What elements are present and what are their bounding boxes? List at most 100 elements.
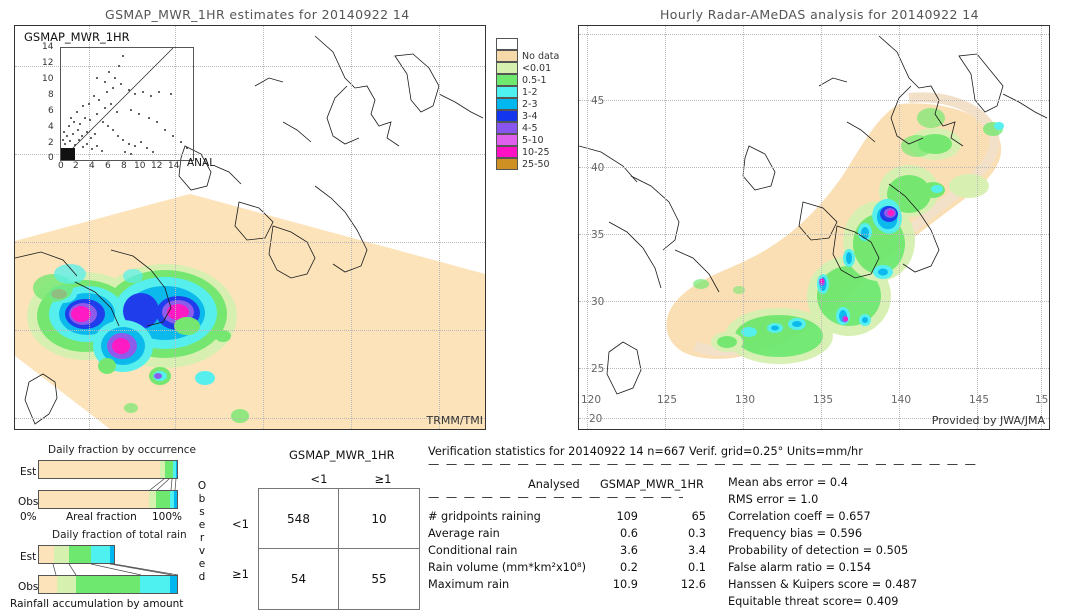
radar-amedas-map[interactable]: 45 40 35 30 25 20 120 125 130 135 140 14… [578, 25, 1050, 430]
stats-row-analysed-0: 109 [616, 510, 638, 523]
stats-row-label-4: Maximum rain [428, 578, 510, 591]
bar-occurrence-est[interactable] [38, 460, 178, 479]
contingency-row-header-ge1: ≥1 [232, 567, 249, 581]
contingency-cell-hit-none[interactable]: 548 [259, 489, 339, 549]
lon-tick-120: 120 [581, 394, 602, 406]
stats-row-label-0: # gridpoints raining [428, 510, 541, 523]
grid-h-3 [15, 242, 485, 243]
scatter-xtick-2: 2 [73, 161, 79, 171]
grid-v-4 [351, 26, 352, 429]
colorbar-swatch-2 [496, 62, 518, 74]
scatter-xtick-6: 6 [105, 161, 111, 171]
scatter-ytick-0: 0 [48, 153, 54, 163]
scatter-ytick-6: 6 [48, 106, 54, 116]
scatter-plot-box [60, 47, 194, 161]
stats-header: Verification statistics for 20140922 14 … [428, 445, 863, 458]
lat-tick-35: 35 [591, 229, 605, 241]
stats-divider-top: — — — — — — — — — — — — — — — — — — — — … [428, 458, 978, 471]
contingency-cell-false-alarm[interactable]: 10 [339, 489, 419, 549]
bar-totalrain-obs[interactable] [38, 575, 178, 594]
scatter-ytick-8: 8 [48, 90, 54, 100]
colorbar-label-3-4: 3-4 [522, 111, 538, 122]
grid-h-4 [15, 330, 485, 331]
scatter-ytick-14: 14 [42, 42, 54, 52]
precipitation-colorbar: No data <0.01 0.5-1 1-2 2-3 3-4 4-5 5-10… [496, 38, 566, 178]
colorbar-label-25-50: 25-50 [522, 159, 550, 170]
scatter-xtick-8: 8 [121, 161, 127, 171]
stats-row-model-4: 12.6 [680, 578, 706, 591]
grid-h-40 [579, 167, 1049, 168]
bar-chart-totalrain-title: Daily fraction of total rain [52, 529, 187, 541]
stats-score-0: Mean abs error = 0.4 [728, 476, 848, 489]
observed-axis-label: Observed [197, 480, 207, 583]
colorbar-swatch-4 [496, 86, 518, 98]
stats-score-1: RMS error = 1.0 [728, 493, 819, 506]
contingency-cell-miss[interactable]: 54 [259, 549, 339, 609]
scatter-xtick-0: 0 [58, 161, 64, 171]
stats-row-analysed-3: 0.2 [620, 561, 638, 574]
bar-occurrence-axis-left: 0% [20, 511, 37, 523]
bar-occurrence-axis-right: 100% [152, 511, 183, 523]
bar-totalrain-connectors [52, 564, 179, 575]
bar-totalrain-obs-label: Obs [18, 581, 39, 593]
bar-occurrence-obs[interactable] [38, 490, 178, 509]
bar-totalrain-est[interactable] [38, 545, 115, 564]
grid-h-5 [15, 418, 485, 419]
lon-tick-140: 140 [891, 394, 912, 406]
colorbar-label-4-5: 4-5 [522, 123, 538, 134]
colorbar-swatch-0 [496, 38, 518, 50]
lon-tick-135: 135 [813, 394, 834, 406]
stats-col-header-analysed: Analysed [528, 478, 580, 491]
gsmap-estimate-map[interactable]: GSMAP_MWR_1HR 14 12 10 8 6 4 2 0 0 2 4 6… [14, 25, 486, 430]
stats-row-label-1: Average rain [428, 527, 500, 540]
scatter-inset-title: GSMAP_MWR_1HR [24, 30, 130, 44]
lat-tick-20: 20 [589, 413, 603, 425]
scatter-xaxis-label: ANAL [187, 157, 216, 169]
grid-h-30 [579, 301, 1049, 302]
scatter-inset[interactable]: GSMAP_MWR_1HR 14 12 10 8 6 4 2 0 0 2 4 6… [20, 29, 215, 181]
scatter-ytick-12: 12 [42, 58, 54, 68]
stats-score-4: Probability of detection = 0.505 [728, 544, 909, 557]
stats-row-analysed-2: 3.6 [620, 544, 638, 557]
scatter-ytick-10: 10 [42, 74, 54, 84]
stats-score-7: Equitable threat score= 0.409 [728, 595, 899, 608]
lon-tick-145: 145 [969, 394, 990, 406]
contingency-model-title: GSMAP_MWR_1HR [289, 448, 395, 462]
bar-chart-occurrence-title: Daily fraction by occurrence [48, 444, 196, 456]
bar-totalrain-est-label: Est [20, 551, 37, 563]
left-panel-title: GSMAP_MWR_1HR estimates for 20140922 14 [105, 7, 410, 22]
scatter-xtick-14: 14 [168, 161, 180, 171]
stats-row-model-0: 65 [691, 510, 706, 523]
grid-h-35 [579, 234, 1049, 235]
grid-v-3 [263, 26, 264, 429]
lat-tick-40: 40 [591, 162, 605, 174]
colorbar-swatch-8 [496, 134, 518, 146]
lon-tick-125: 125 [657, 394, 678, 406]
grid-h-45 [579, 100, 1049, 101]
contingency-table: Observed GSMAP_MWR_1HR <1 ≥1 <1 ≥1 548 1… [195, 440, 425, 612]
colorbar-swatch-6 [496, 110, 518, 122]
stats-row-model-2: 3.4 [688, 544, 706, 557]
stats-score-5: False alarm ratio = 0.154 [728, 561, 872, 574]
contingency-cell-hit[interactable]: 55 [339, 549, 419, 609]
colorbar-label-05-1: 0.5-1 [522, 75, 547, 86]
lat-tick-25: 25 [591, 363, 605, 375]
contingency-col-header-lt1: <1 [310, 472, 328, 486]
lat-tick-30: 30 [591, 296, 605, 308]
stats-score-3: Frequency bias = 0.596 [728, 527, 863, 540]
contingency-col-header-ge1: ≥1 [374, 472, 392, 486]
stats-row-model-3: 0.1 [688, 561, 706, 574]
scatter-ytick-4: 4 [48, 122, 54, 132]
stats-col-header-model: GSMAP_MWR_1HR [600, 478, 704, 491]
right-map-source-note: Provided by JWA/JMA [931, 414, 1045, 427]
verification-statistics: Verification statistics for 20140922 14 … [428, 440, 1080, 612]
bar-occurrence-axis-center: Areal fraction [66, 511, 137, 523]
grid-v-5 [439, 26, 440, 429]
stats-row-analysed-1: 0.6 [620, 527, 638, 540]
grid-h-50 [579, 34, 1049, 35]
colorbar-swatch-5 [496, 98, 518, 110]
colorbar-swatch-7 [496, 122, 518, 134]
stats-row-analysed-4: 10.9 [612, 578, 638, 591]
bar-totalrain-axis-bottom: Rainfall accumulation by amount [10, 598, 184, 610]
colorbar-label-5-10: 5-10 [522, 135, 544, 146]
